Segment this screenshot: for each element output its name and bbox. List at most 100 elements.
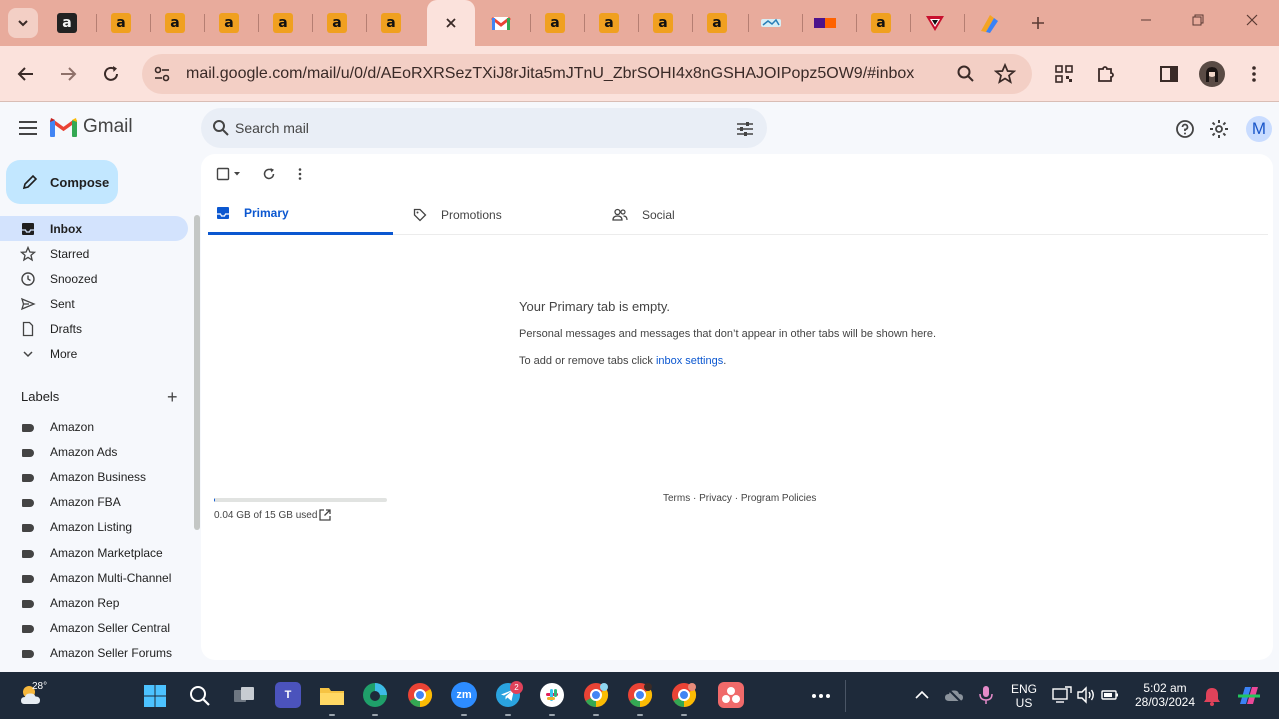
chevron-up-icon[interactable] [913, 687, 931, 703]
main-menu-icon[interactable] [16, 116, 40, 140]
label-item[interactable]: Amazon Marketplace [0, 541, 188, 566]
label-item[interactable]: Amazon Listing [0, 515, 188, 540]
terms-link[interactable]: Terms [663, 493, 690, 504]
back-button[interactable] [14, 62, 38, 86]
privacy-link[interactable]: Privacy [699, 493, 732, 504]
zoom-app-icon[interactable]: zm [451, 682, 477, 708]
browser-tab[interactable]: a [646, 0, 680, 46]
windows-start-icon[interactable] [143, 684, 167, 708]
nav-item-more[interactable]: More [0, 341, 188, 366]
open-in-new-icon[interactable] [318, 508, 332, 522]
chrome-browser-icon[interactable] [407, 682, 433, 708]
clock[interactable]: 5:02 am 28/03/2024 [1130, 681, 1200, 709]
browser-tab[interactable] [918, 0, 952, 46]
gmail-logo[interactable]: Gmail [50, 116, 133, 138]
close-tab-icon[interactable] [444, 16, 458, 30]
file-explorer-icon[interactable] [319, 683, 345, 707]
search-bar[interactable] [201, 108, 767, 148]
task-view-icon[interactable] [232, 684, 256, 708]
label-item[interactable]: Amazon Ads [0, 440, 188, 465]
select-all-checkbox[interactable] [215, 164, 245, 184]
tab-primary[interactable]: Primary [208, 194, 393, 235]
microphone-icon[interactable] [978, 685, 994, 705]
tab-search-button[interactable] [8, 8, 38, 38]
refresh-button[interactable] [259, 164, 279, 184]
close-window-icon[interactable] [1244, 12, 1260, 33]
chrome-profile-icon[interactable] [627, 682, 653, 708]
bookmark-star-icon[interactable] [994, 63, 1016, 85]
label-item[interactable]: Amazon Multi-Channel [0, 566, 188, 591]
nav-item-sent[interactable]: Sent [0, 291, 188, 316]
label-item[interactable]: Amazon Business [0, 465, 188, 490]
browser-tab[interactable]: a [50, 0, 84, 46]
inbox-settings-link[interactable]: inbox settings [656, 355, 723, 367]
teams-app-icon[interactable]: T [275, 682, 301, 708]
site-info-icon[interactable] [152, 64, 172, 84]
add-label-button[interactable]: + [167, 388, 178, 406]
network-icon[interactable] [1052, 686, 1072, 704]
asana-app-icon[interactable] [718, 682, 744, 708]
browser-tab[interactable]: a [212, 0, 246, 46]
nav-item-snoozed[interactable]: Snoozed [0, 266, 188, 291]
label-item[interactable]: Amazon Seller Central [0, 616, 188, 641]
browser-tab-active[interactable] [427, 0, 475, 46]
side-panel-button[interactable] [1157, 62, 1181, 86]
nav-item-starred[interactable]: Starred [0, 241, 188, 266]
search-input[interactable] [235, 116, 705, 140]
settings-gear-icon[interactable] [1208, 118, 1230, 140]
more-apps-icon[interactable] [809, 686, 833, 706]
profile-avatar[interactable] [1199, 61, 1225, 87]
copilot-icon[interactable] [1236, 684, 1262, 708]
label-item[interactable]: Amazon FBA [0, 490, 188, 515]
browser-tab[interactable] [756, 0, 786, 46]
browser-tab[interactable]: a [104, 0, 138, 46]
browser-menu-button[interactable] [1242, 62, 1266, 86]
cloud-offline-icon[interactable] [944, 686, 964, 704]
browser-tab[interactable] [488, 0, 514, 46]
tab-social[interactable]: Social [606, 194, 791, 235]
label-item[interactable]: Amazon Seller Forums [0, 641, 188, 666]
support-icon[interactable] [1174, 118, 1196, 140]
browser-tab[interactable] [810, 0, 840, 46]
chrome-profile-icon[interactable] [671, 682, 697, 708]
label-item[interactable]: Amazon [0, 415, 188, 440]
input-language[interactable]: ENG US [1008, 682, 1040, 710]
notifications-bell-icon[interactable] [1203, 686, 1221, 706]
minimize-window-icon[interactable] [1138, 12, 1154, 33]
account-avatar[interactable]: M [1246, 116, 1272, 142]
address-bar[interactable]: mail.google.com/mail/u/0/d/AEoRXRSezTXiJ… [142, 54, 1032, 94]
browser-tab[interactable]: a [592, 0, 626, 46]
browser-tab[interactable]: a [266, 0, 300, 46]
qr-extension-button[interactable] [1052, 62, 1076, 86]
browser-tab[interactable]: a [374, 0, 408, 46]
search-icon[interactable] [212, 119, 230, 137]
program-policies-link[interactable]: Program Policies [741, 493, 817, 504]
new-tab-button[interactable] [1024, 0, 1052, 46]
tab-promotions[interactable]: Promotions [407, 194, 592, 235]
search-options-icon[interactable] [735, 119, 755, 139]
more-actions-button[interactable] [290, 164, 310, 184]
nav-item-drafts[interactable]: Drafts [0, 316, 188, 341]
chrome-profile-icon[interactable] [583, 682, 609, 708]
browser-tab[interactable]: a [158, 0, 192, 46]
label-item[interactable]: Amazon Rep [0, 591, 188, 616]
nav-item-inbox[interactable]: Inbox [0, 216, 188, 241]
browser-tab[interactable]: a [864, 0, 898, 46]
nav-scrollbar[interactable] [194, 215, 200, 530]
browser-tab[interactable]: a [538, 0, 572, 46]
restore-window-icon[interactable] [1190, 12, 1206, 33]
slack-app-icon[interactable] [539, 682, 565, 708]
forward-button[interactable] [56, 62, 80, 86]
url-text[interactable]: mail.google.com/mail/u/0/d/AEoRXRSezTXiJ… [186, 65, 914, 83]
search-icon[interactable] [188, 684, 212, 708]
browser-tab[interactable]: a [320, 0, 354, 46]
browser-tab[interactable]: a [700, 0, 734, 46]
compose-button[interactable]: Compose [6, 160, 118, 204]
extensions-button[interactable] [1094, 62, 1118, 86]
edge-browser-icon[interactable] [362, 682, 388, 708]
zoom-icon[interactable] [956, 64, 976, 84]
battery-icon[interactable] [1100, 686, 1120, 704]
volume-icon[interactable] [1076, 686, 1096, 704]
reload-button[interactable] [99, 62, 123, 86]
browser-tab[interactable] [972, 0, 1006, 46]
